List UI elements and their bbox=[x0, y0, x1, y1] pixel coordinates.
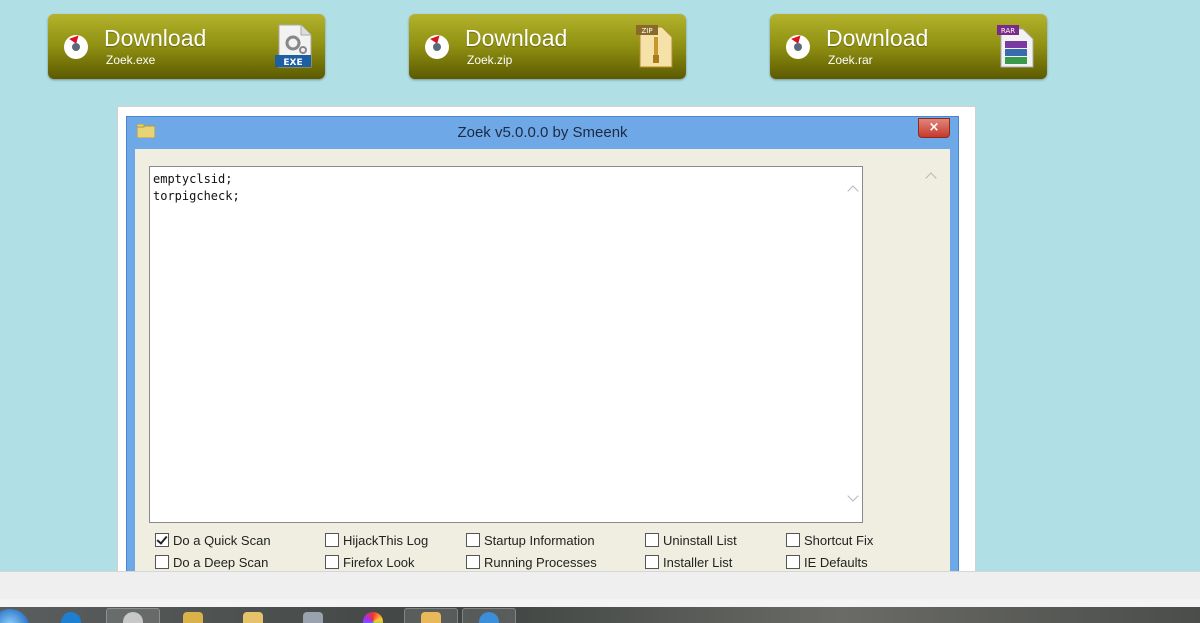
checkbox-icon[interactable] bbox=[786, 555, 800, 569]
plane-icon bbox=[303, 612, 323, 623]
taskbar-item-active[interactable] bbox=[106, 608, 160, 623]
download-button-filename: Zoek.exe bbox=[106, 53, 156, 67]
chevron-down-icon[interactable] bbox=[847, 490, 859, 502]
taskbar-item-folder[interactable] bbox=[166, 608, 220, 623]
shortcut-fix-checkbox[interactable]: Shortcut Fix bbox=[786, 533, 873, 551]
download-disc-icon bbox=[425, 35, 449, 59]
startup-information-checkbox[interactable]: Startup Information bbox=[466, 533, 595, 551]
taskbar-item-mail[interactable] bbox=[404, 608, 458, 623]
window-title: Zoek v5.0.0.0 by Smeenk bbox=[457, 124, 628, 141]
taskbar-item-picasa[interactable] bbox=[346, 608, 400, 623]
download-button-filename: Zoek.rar bbox=[828, 53, 873, 67]
checkbox-icon[interactable] bbox=[325, 555, 339, 569]
script-line: emptyclsid; bbox=[153, 172, 233, 186]
ie-icon bbox=[479, 612, 499, 623]
download-button-title: Download bbox=[104, 25, 207, 51]
band-divider bbox=[0, 599, 1200, 607]
window-titlebar[interactable]: Zoek v5.0.0.0 by Smeenk × bbox=[127, 117, 958, 149]
zip-badge-text: ZIP bbox=[641, 27, 652, 35]
script-textarea[interactable]: emptyclsid; torpigcheck; bbox=[149, 166, 863, 523]
download-disc-icon bbox=[786, 35, 810, 59]
download-button-title: Download bbox=[826, 25, 929, 51]
checkbox-icon[interactable] bbox=[645, 533, 659, 547]
checkbox-icon[interactable] bbox=[786, 533, 800, 547]
script-line: torpigcheck; bbox=[153, 189, 240, 203]
close-button[interactable]: × bbox=[918, 118, 950, 138]
folder-icon bbox=[243, 612, 263, 623]
taskbar-item-explorer[interactable] bbox=[226, 608, 280, 623]
folder-icon bbox=[183, 612, 203, 623]
rar-file-icon: RAR bbox=[997, 25, 1034, 68]
checkbox-icon[interactable] bbox=[325, 533, 339, 547]
taskbar bbox=[0, 607, 1200, 623]
taskbar-item-plane[interactable] bbox=[286, 608, 340, 623]
chevron-up-icon[interactable] bbox=[847, 185, 859, 197]
zip-file-icon: ZIP bbox=[636, 25, 673, 68]
chevron-up-icon[interactable] bbox=[925, 172, 937, 184]
app-icon bbox=[123, 612, 143, 623]
rar-badge-text: RAR bbox=[1001, 27, 1015, 35]
download-rar-button[interactable]: Download Zoek.rar RAR bbox=[770, 14, 1047, 79]
download-button-filename: Zoek.zip bbox=[467, 53, 513, 67]
download-disc-icon bbox=[64, 35, 88, 59]
exe-badge-text: EXE bbox=[283, 58, 302, 68]
hijackthis-log-checkbox[interactable]: HijackThis Log bbox=[325, 533, 428, 551]
download-exe-button[interactable]: Download Zoek.exe EXE bbox=[48, 14, 325, 79]
mail-icon bbox=[421, 612, 441, 623]
checkbox-icon[interactable] bbox=[155, 555, 169, 569]
window-scrollbar[interactable] bbox=[923, 149, 940, 587]
uninstall-list-checkbox[interactable]: Uninstall List bbox=[645, 533, 737, 551]
taskbar-item-app[interactable] bbox=[54, 608, 100, 623]
start-icon[interactable] bbox=[0, 609, 30, 623]
download-zip-button[interactable]: Download Zoek.zip ZIP bbox=[409, 14, 686, 79]
exe-file-icon: EXE bbox=[275, 24, 312, 68]
window-client-area: emptyclsid; torpigcheck; Do a Quick Scan… bbox=[135, 149, 950, 587]
picasa-icon bbox=[363, 612, 383, 623]
download-button-title: Download bbox=[465, 25, 568, 51]
taskbar-item-ie[interactable] bbox=[462, 608, 516, 623]
app-icon bbox=[61, 612, 81, 623]
browser-status-band bbox=[0, 571, 1200, 600]
quick-scan-checkbox[interactable]: Do a Quick Scan bbox=[155, 533, 271, 551]
checkbox-checked-icon[interactable] bbox=[155, 533, 169, 547]
checkbox-icon[interactable] bbox=[645, 555, 659, 569]
checkbox-icon[interactable] bbox=[466, 533, 480, 547]
textarea-scrollbar[interactable] bbox=[845, 167, 862, 522]
checkbox-icon[interactable] bbox=[466, 555, 480, 569]
zoek-window: Zoek v5.0.0.0 by Smeenk × emptyclsid; to… bbox=[126, 116, 959, 587]
